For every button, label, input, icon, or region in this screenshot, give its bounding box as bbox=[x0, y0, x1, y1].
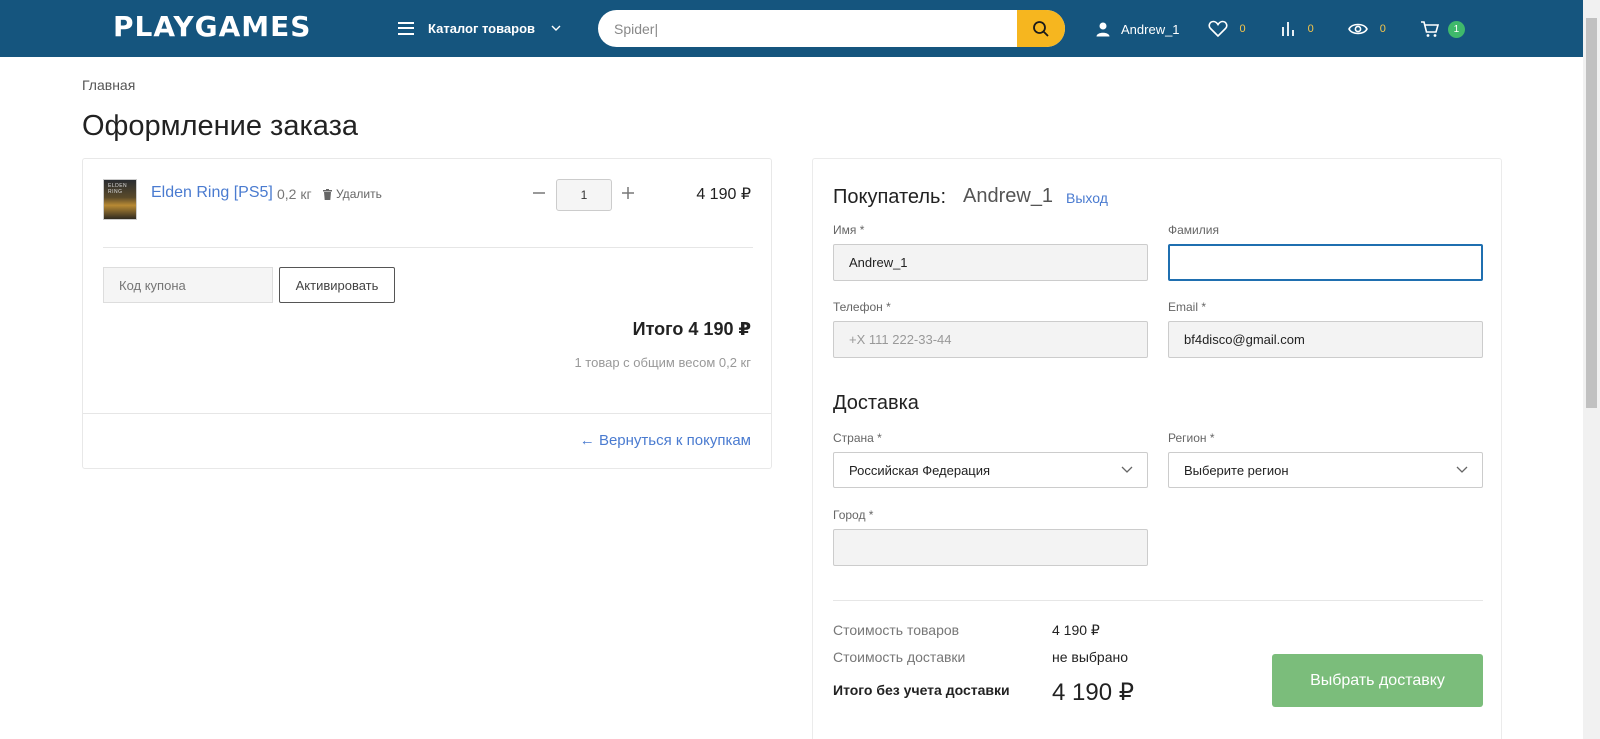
product-name-link[interactable]: Elden Ring [PS5] bbox=[151, 184, 273, 202]
search-bar bbox=[598, 10, 1065, 47]
minus-icon bbox=[533, 192, 545, 194]
back-to-shopping-link[interactable]: ← Вернуться к покупкам bbox=[580, 432, 751, 449]
region-value: Выберите регион bbox=[1184, 462, 1289, 478]
checkout-form-panel: Покупатель: Andrew_1 Выход Имя * Фамилия… bbox=[812, 158, 1502, 739]
trash-icon bbox=[323, 188, 332, 200]
search-input[interactable] bbox=[598, 10, 1018, 47]
header-user-tools: Andrew_1 0 0 0 1 bbox=[1095, 16, 1465, 42]
country-label: Страна * bbox=[833, 431, 882, 445]
cart-total-details: 1 товар с общим весом 0,2 кг bbox=[574, 355, 751, 370]
cart-link[interactable]: 1 bbox=[1420, 20, 1465, 38]
viewed-count: 0 bbox=[1379, 23, 1386, 35]
delete-label: Удалить bbox=[336, 187, 382, 201]
plus-icon bbox=[622, 187, 634, 199]
eye-icon bbox=[1347, 23, 1368, 35]
region-label: Регион * bbox=[1168, 431, 1215, 445]
product-cover-text: ELDEN RING bbox=[108, 183, 128, 195]
total-without-shipping-value: 4 190 ₽ bbox=[1052, 679, 1134, 706]
account-link[interactable]: Andrew_1 bbox=[1095, 21, 1180, 37]
goods-cost-label: Стоимость товаров bbox=[833, 622, 960, 638]
buyer-name: Andrew_1 bbox=[963, 185, 1054, 207]
viewed-link[interactable]: 0 bbox=[1347, 22, 1386, 36]
product-weight: 0,2 кг bbox=[277, 186, 312, 202]
chevron-down-icon bbox=[1456, 466, 1468, 473]
shipping-cost-value: не выбрано bbox=[1052, 649, 1129, 665]
delivery-heading: Доставка bbox=[833, 392, 919, 414]
site-logo[interactable]: PLAYGAMES bbox=[113, 9, 311, 45]
coupon-input[interactable] bbox=[103, 267, 273, 303]
quantity-decrease-button[interactable] bbox=[530, 184, 548, 202]
first-name-label: Имя * bbox=[833, 223, 865, 237]
quantity-input[interactable] bbox=[556, 179, 612, 211]
first-name-field[interactable] bbox=[833, 244, 1148, 281]
logout-link[interactable]: Выход bbox=[1066, 190, 1108, 206]
product-thumbnail[interactable]: ELDEN RING bbox=[103, 179, 137, 220]
email-label: Email * bbox=[1168, 300, 1207, 314]
cart-icon bbox=[1420, 21, 1439, 37]
country-value: Российская Федерация bbox=[849, 462, 991, 478]
phone-label: Телефон * bbox=[833, 300, 891, 314]
divider bbox=[833, 600, 1483, 601]
buyer-label: Покупатель: bbox=[833, 186, 947, 208]
email-field[interactable] bbox=[1168, 321, 1483, 358]
last-name-label: Фамилия bbox=[1168, 223, 1219, 237]
phone-field[interactable] bbox=[833, 321, 1148, 358]
cart-count-badge: 1 bbox=[1447, 20, 1465, 38]
account-username: Andrew_1 bbox=[1121, 21, 1180, 37]
scrollbar-thumb[interactable] bbox=[1586, 18, 1597, 408]
cart-total: Итого 4 190 ₽ bbox=[632, 319, 751, 339]
city-label: Город * bbox=[833, 508, 874, 522]
cart-panel: ELDEN RING Elden Ring [PS5] 0,2 кг Удали… bbox=[82, 158, 772, 469]
country-select[interactable]: Российская Федерация bbox=[833, 452, 1148, 488]
compare-count: 0 bbox=[1307, 23, 1314, 35]
favorites-link[interactable]: 0 bbox=[1208, 20, 1246, 38]
search-button[interactable] bbox=[1017, 10, 1065, 47]
user-icon bbox=[1096, 22, 1110, 37]
chevron-down-icon bbox=[551, 25, 561, 31]
catalog-label: Каталог товаров bbox=[428, 20, 536, 36]
city-field[interactable] bbox=[833, 529, 1148, 566]
divider bbox=[83, 413, 771, 414]
product-price: 4 190 ₽ bbox=[696, 186, 751, 203]
search-icon bbox=[1033, 20, 1049, 37]
chevron-down-icon bbox=[1121, 466, 1133, 473]
goods-cost-value: 4 190 ₽ bbox=[1052, 622, 1100, 638]
choose-delivery-button[interactable]: Выбрать доставку bbox=[1272, 654, 1483, 707]
last-name-field[interactable] bbox=[1168, 244, 1483, 281]
top-header: PLAYGAMES Каталог товаров Andrew_1 0 0 0 bbox=[0, 0, 1583, 57]
activate-coupon-button[interactable]: Активировать bbox=[279, 267, 395, 303]
page-title: Оформление заказа bbox=[82, 110, 359, 142]
region-select[interactable]: Выберите регион bbox=[1168, 452, 1483, 488]
page-scrollbar[interactable] bbox=[1583, 0, 1600, 739]
heart-icon bbox=[1208, 20, 1228, 38]
compare-link[interactable]: 0 bbox=[1280, 21, 1314, 37]
delete-item-button[interactable]: Удалить bbox=[323, 187, 382, 201]
quantity-increase-button[interactable] bbox=[619, 184, 637, 202]
total-without-shipping-label: Итого без учета доставки bbox=[833, 682, 1010, 698]
breadcrumb-home[interactable]: Главная bbox=[82, 77, 135, 93]
favorites-count: 0 bbox=[1239, 23, 1246, 35]
bar-chart-icon bbox=[1281, 22, 1294, 36]
catalog-menu-button[interactable]: Каталог товаров bbox=[398, 16, 561, 40]
menu-icon bbox=[398, 21, 414, 35]
shipping-cost-label: Стоимость доставки bbox=[833, 649, 966, 665]
divider bbox=[103, 247, 753, 248]
